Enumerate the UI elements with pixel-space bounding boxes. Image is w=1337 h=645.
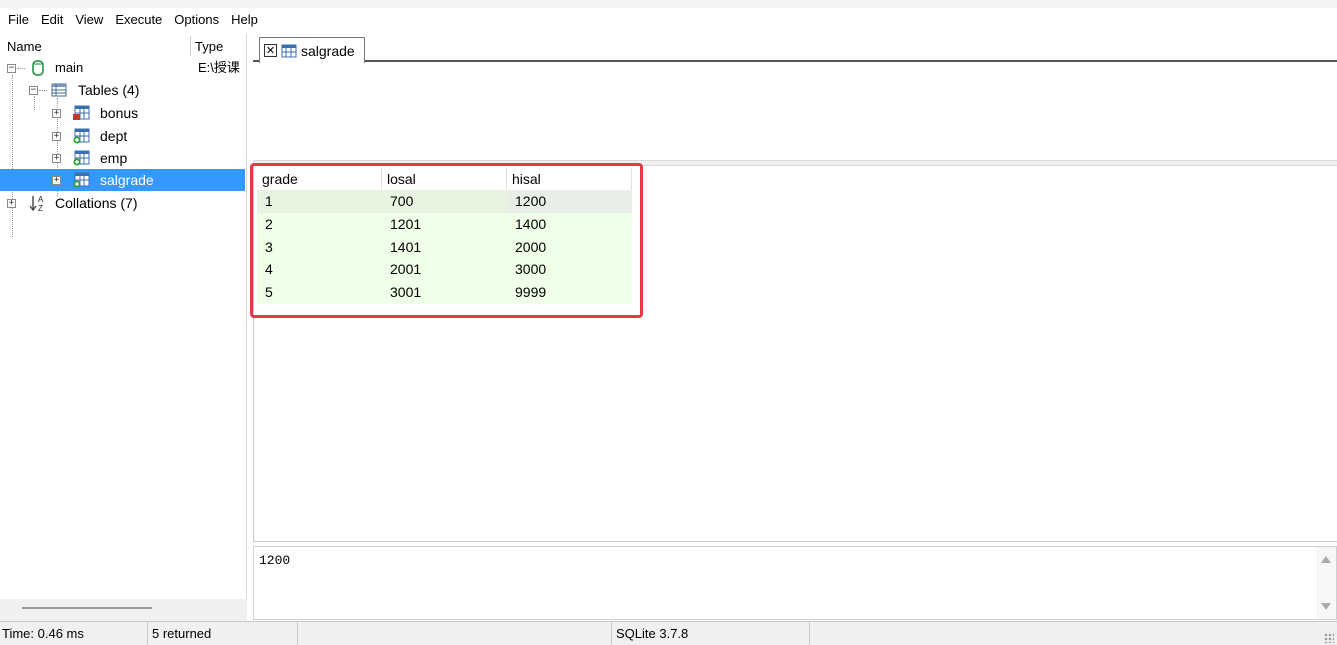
cell-grade[interactable]: 4 bbox=[257, 258, 382, 281]
scroll-down-icon[interactable] bbox=[1321, 603, 1331, 610]
cell-value-viewer[interactable]: 1200 bbox=[253, 546, 1337, 620]
menu-execute[interactable]: Execute bbox=[109, 8, 168, 31]
menu-edit[interactable]: Edit bbox=[35, 8, 69, 31]
window-top-strip bbox=[0, 0, 1337, 8]
tree-hscroll-track[interactable] bbox=[0, 599, 247, 621]
tree-header: Name Type bbox=[0, 34, 247, 56]
cell-hisal[interactable]: 9999 bbox=[507, 281, 632, 304]
scroll-up-icon[interactable] bbox=[1321, 556, 1331, 563]
cell-losal[interactable]: 1401 bbox=[382, 236, 507, 259]
cell-grade[interactable]: 1 bbox=[257, 190, 382, 213]
expand-icon[interactable]: + bbox=[52, 132, 61, 141]
cell-hisal[interactable]: 1200 bbox=[507, 190, 632, 213]
table-icon bbox=[73, 172, 90, 188]
cell-hisal[interactable]: 1400 bbox=[507, 213, 632, 236]
expand-icon[interactable]: + bbox=[52, 154, 61, 163]
table-row[interactable]: 1 700 1200 bbox=[257, 190, 632, 213]
cell-grade[interactable]: 2 bbox=[257, 213, 382, 236]
tree-item-label: main bbox=[55, 60, 84, 75]
expand-icon[interactable]: + bbox=[52, 109, 61, 118]
cell-losal[interactable]: 3001 bbox=[382, 281, 507, 304]
sort-az-icon: A Z bbox=[29, 195, 44, 212]
expand-icon[interactable]: + bbox=[52, 176, 61, 185]
grid-header-row: grade losal hisal bbox=[257, 168, 632, 190]
cell-losal[interactable]: 1201 bbox=[382, 213, 507, 236]
cell-grade[interactable]: 5 bbox=[257, 281, 382, 304]
tree-item-label: bonus bbox=[100, 105, 139, 121]
results-grid-panel: grade losal hisal 1 700 1200 2 1201 1400… bbox=[253, 166, 1337, 542]
cell-hisal[interactable]: 3000 bbox=[507, 258, 632, 281]
tree-item-label: salgrade bbox=[100, 172, 154, 188]
tree-item-label: emp bbox=[100, 150, 128, 166]
schema-tree-panel: Name Type − main E:\授课 − Tables (4) + bo… bbox=[0, 34, 247, 622]
column-header-grade[interactable]: grade bbox=[257, 168, 382, 190]
table-icon bbox=[281, 44, 297, 57]
menu-view[interactable]: View bbox=[69, 8, 109, 31]
cell-value-text: 1200 bbox=[259, 553, 291, 568]
menu-options[interactable]: Options bbox=[168, 8, 225, 31]
table-icon bbox=[73, 128, 90, 144]
menu-file[interactable]: File bbox=[2, 8, 35, 31]
table-icon bbox=[73, 150, 90, 166]
status-blank bbox=[300, 622, 612, 645]
tree-header-divider[interactable] bbox=[190, 36, 191, 56]
tree-header-type[interactable]: Type bbox=[195, 39, 223, 54]
cell-losal[interactable]: 700 bbox=[382, 190, 507, 213]
collapse-icon[interactable]: − bbox=[29, 86, 38, 95]
column-header-losal[interactable]: losal bbox=[382, 168, 507, 190]
table-row[interactable]: 4 2001 3000 bbox=[257, 258, 632, 282]
tree-item-table-emp[interactable]: + emp bbox=[0, 147, 247, 169]
svg-text:Z: Z bbox=[38, 204, 43, 212]
menu-help[interactable]: Help bbox=[225, 8, 264, 31]
sql-editor[interactable] bbox=[253, 64, 1337, 160]
column-header-hisal[interactable]: hisal bbox=[507, 168, 632, 190]
cell-losal[interactable]: 2001 bbox=[382, 258, 507, 281]
tables-icon bbox=[51, 83, 67, 97]
tree-header-name[interactable]: Name bbox=[7, 39, 42, 54]
status-bar: Time: 0.46 ms 5 returned SQLite 3.7.8 bbox=[0, 621, 1337, 645]
tree-item-collations[interactable]: + A Z Collations (7) bbox=[0, 192, 247, 214]
cell-grade[interactable]: 3 bbox=[257, 236, 382, 259]
table-row[interactable]: 2 1201 1400 bbox=[257, 212, 632, 236]
cell-hisal[interactable]: 2000 bbox=[507, 236, 632, 259]
table-row[interactable]: 3 1401 2000 bbox=[257, 235, 632, 259]
value-vscrollbar[interactable] bbox=[1316, 547, 1336, 619]
expand-icon[interactable]: + bbox=[7, 199, 16, 208]
close-icon[interactable]: ✕ bbox=[264, 44, 277, 57]
tree-item-main[interactable]: − main E:\授课 bbox=[0, 57, 247, 79]
tree-item-table-dept[interactable]: + dept bbox=[0, 125, 247, 147]
status-rows-returned: 5 returned bbox=[150, 622, 298, 645]
table-icon bbox=[73, 105, 90, 120]
status-time: Time: 0.46 ms bbox=[0, 622, 148, 645]
results-grid: grade losal hisal 1 700 1200 2 1201 1400… bbox=[257, 168, 632, 304]
tab-salgrade[interactable]: ✕ salgrade bbox=[259, 37, 365, 63]
status-engine-version: SQLite 3.7.8 bbox=[614, 622, 810, 645]
tree-item-table-salgrade[interactable]: + salgrade bbox=[0, 169, 245, 191]
tree-item-table-bonus[interactable]: + bonus bbox=[0, 102, 247, 124]
tree-item-label: dept bbox=[100, 128, 128, 144]
tree-item-type: E:\授课 bbox=[198, 60, 240, 75]
collapse-icon[interactable]: − bbox=[7, 64, 16, 73]
tree-hscroll-thumb[interactable] bbox=[22, 607, 152, 609]
table-row[interactable]: 5 3001 9999 bbox=[257, 281, 632, 304]
tree-item-label: Tables (4) bbox=[78, 82, 140, 98]
query-tab-strip: ✕ salgrade bbox=[253, 34, 1337, 63]
tree-item-label: Collations (7) bbox=[55, 195, 138, 211]
tree-item-tables[interactable]: − Tables (4) bbox=[0, 79, 247, 101]
tab-label: salgrade bbox=[301, 42, 355, 59]
database-icon bbox=[32, 60, 44, 76]
svg-text:A: A bbox=[38, 195, 44, 204]
resize-grip-icon[interactable] bbox=[1324, 633, 1334, 643]
menu-bar: File Edit View Execute Options Help bbox=[0, 8, 1337, 31]
